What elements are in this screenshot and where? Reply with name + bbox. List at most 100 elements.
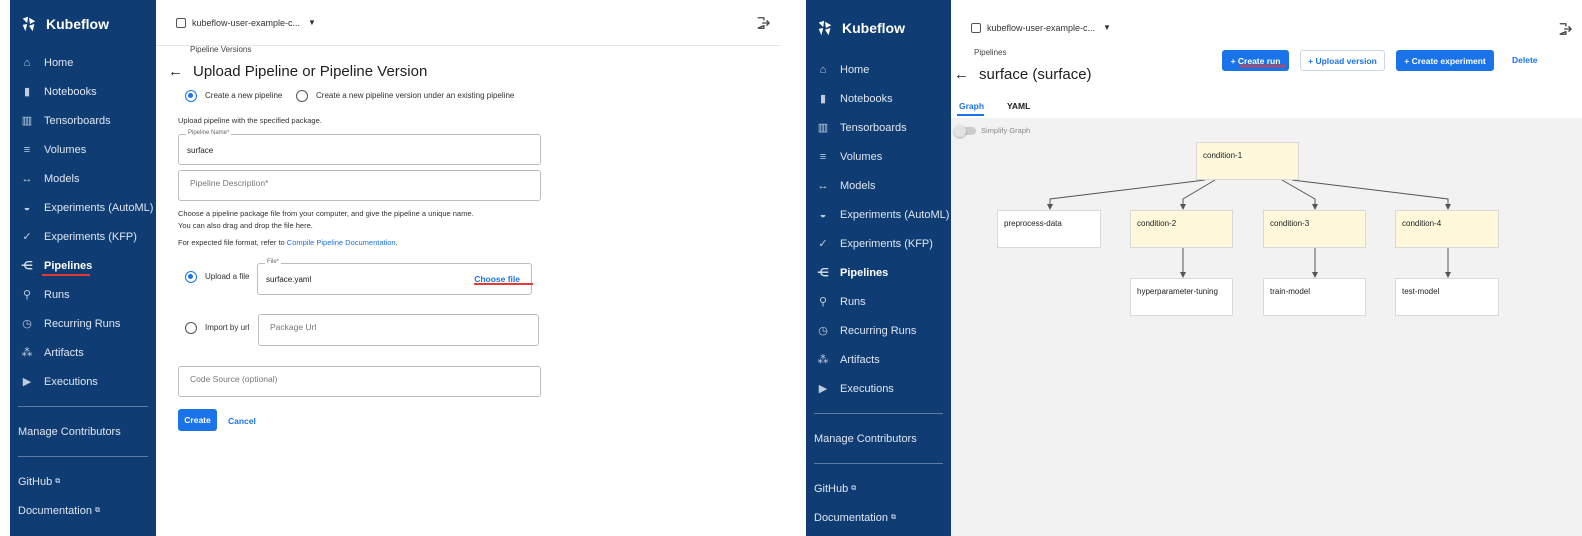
- page-title: surface (surface): [979, 66, 1092, 83]
- sidebar-item-recurring-runs[interactable]: ◷ Recurring Runs: [806, 316, 951, 345]
- node-test-model[interactable]: test-model: [1395, 278, 1499, 316]
- node-condition-2[interactable]: condition-2: [1130, 210, 1233, 248]
- radio-import-url[interactable]: Import by url: [185, 322, 249, 334]
- field-placeholder: Code Source (optional): [190, 374, 278, 384]
- sidebar-item-models[interactable]: ↔ Models: [806, 171, 951, 200]
- sidebar-item-notebooks[interactable]: ▮ Notebooks: [10, 77, 156, 106]
- sidebar-item-experiments-kfp[interactable]: ✓ Experiments (KFP): [806, 229, 951, 258]
- sidebar-item-label: Pipelines: [840, 266, 889, 279]
- radio-button-selected[interactable]: [185, 271, 197, 283]
- package-url-field[interactable]: Package Url: [258, 314, 539, 346]
- sidebar-item-label: Experiments (AutoML): [840, 208, 950, 221]
- pipeline-description-field[interactable]: Pipeline Description*: [178, 170, 541, 201]
- radio-create-new-pipeline[interactable]: Create a new pipeline: [185, 90, 282, 102]
- external-link-icon: ⧉: [851, 484, 857, 492]
- file-field[interactable]: File* surface.yaml Choose file: [257, 259, 532, 295]
- sidebar-item-runs[interactable]: ⚲ Runs: [806, 287, 951, 316]
- radio-button[interactable]: [185, 322, 197, 334]
- sidebar-item-notebooks[interactable]: ▮ Notebooks: [806, 84, 951, 113]
- radio-button[interactable]: [296, 90, 308, 102]
- create-experiment-button[interactable]: + Create experiment: [1396, 50, 1494, 71]
- namespace-label: kubeflow-user-example-c...: [192, 17, 301, 28]
- tab-yaml[interactable]: YAML: [1007, 101, 1030, 111]
- sidebar-item-label: Pipelines: [44, 259, 93, 272]
- upload-hint: Upload pipeline with the specified packa…: [178, 116, 322, 125]
- manage-contributors-link[interactable]: Manage Contributors: [806, 424, 951, 453]
- sidebar-item-volumes[interactable]: ≡ Volumes: [10, 135, 156, 164]
- manage-contributors-link[interactable]: Manage Contributors: [10, 417, 156, 446]
- node-condition-1[interactable]: condition-1: [1196, 142, 1299, 180]
- brand[interactable]: Kubeflow: [10, 0, 156, 48]
- annotation-underline: [1240, 65, 1286, 67]
- annotation-underline: [474, 283, 533, 285]
- github-label: GitHub: [814, 482, 849, 495]
- radio-upload-file[interactable]: Upload a file: [185, 271, 249, 283]
- documentation-link[interactable]: Documentation ⧉: [806, 503, 951, 532]
- sidebar-item-executions[interactable]: ▶ Executions: [10, 367, 156, 396]
- breadcrumb[interactable]: Pipeline Versions: [190, 45, 251, 54]
- node-condition-3[interactable]: condition-3: [1263, 210, 1366, 248]
- namespace-selector[interactable]: kubeflow-user-example-c... ▼: [971, 22, 1111, 33]
- cancel-button[interactable]: Cancel: [228, 416, 256, 426]
- pipeline-name-field[interactable]: Pipeline Name* surface: [178, 130, 541, 165]
- upload-version-button[interactable]: + Upload version: [1300, 50, 1385, 71]
- radio-button-selected[interactable]: [185, 90, 197, 102]
- sidebar-item-home[interactable]: ⌂ Home: [10, 48, 156, 77]
- github-label: GitHub: [18, 475, 53, 488]
- sidebar-item-executions[interactable]: ▶ Executions: [806, 374, 951, 403]
- documentation-link[interactable]: Documentation ⧉: [10, 496, 156, 525]
- delete-button[interactable]: Delete: [1512, 55, 1538, 65]
- code-source-field[interactable]: Code Source (optional): [178, 366, 541, 397]
- node-condition-4[interactable]: condition-4: [1395, 210, 1499, 248]
- sidebar-item-models[interactable]: ↔ Models: [10, 164, 156, 193]
- sidebar-item-label: Recurring Runs: [44, 317, 121, 330]
- back-arrow-icon[interactable]: ←: [168, 63, 183, 80]
- logout-icon[interactable]: [1558, 22, 1572, 36]
- pipeline-icon: ⋲: [817, 267, 829, 279]
- external-link-icon: ⧉: [55, 477, 61, 485]
- field-placeholder: Package Url: [270, 322, 317, 332]
- radio-create-new-version[interactable]: Create a new pipeline version under an e…: [296, 90, 514, 102]
- compile-docs-link[interactable]: Compile Pipeline Documentation: [287, 238, 396, 247]
- github-link[interactable]: GitHub ⧉: [10, 467, 156, 496]
- documentation-label: Documentation: [814, 511, 888, 524]
- create-run-button[interactable]: + Create run: [1222, 50, 1289, 71]
- sidebar-item-label: Experiments (KFP): [44, 230, 137, 243]
- sidebar-item-pipelines[interactable]: ⋲ Pipelines: [10, 251, 156, 280]
- sidebar-item-artifacts[interactable]: ⁂ Artifacts: [10, 338, 156, 367]
- sidebar-nav: ⌂ Home ▮ Notebooks ▥ Tensorboards ≡ Volumes ↔ Mod…: [806, 55, 951, 403]
- button-label: Upload version: [1315, 55, 1377, 66]
- breadcrumb[interactable]: Pipelines: [974, 48, 1006, 57]
- sidebar-item-tensorboards[interactable]: ▥ Tensorboards: [10, 106, 156, 135]
- sidebar-item-label: Runs: [44, 288, 70, 301]
- sidebar-item-runs[interactable]: ⚲ Runs: [10, 280, 156, 309]
- namespace-selector[interactable]: kubeflow-user-example-c... ▼: [176, 17, 316, 28]
- node-hyperparameter-tuning[interactable]: hyperparameter-tuning: [1130, 278, 1233, 316]
- sidebar-item-experiments-automl[interactable]: ◒ Experiments (AutoML): [806, 200, 951, 229]
- sidebar-item-artifacts[interactable]: ⁂ Artifacts: [806, 345, 951, 374]
- sidebar-item-volumes[interactable]: ≡ Volumes: [806, 142, 951, 171]
- home-icon: ⌂: [23, 56, 31, 69]
- create-button[interactable]: Create: [178, 409, 217, 431]
- sidebar-item-pipelines[interactable]: ⋲ Pipelines: [806, 258, 951, 287]
- field-value: surface: [187, 146, 214, 155]
- sidebar-item-experiments-kfp[interactable]: ✓ Experiments (KFP): [10, 222, 156, 251]
- chevron-down-icon: ▼: [1103, 23, 1111, 32]
- sidebar-item-home[interactable]: ⌂ Home: [806, 55, 951, 84]
- brand[interactable]: Kubeflow: [806, 0, 951, 55]
- notebook-icon: ▮: [23, 86, 31, 98]
- sidebar-item-tensorboards[interactable]: ▥ Tensorboards: [806, 113, 951, 142]
- sidebar-item-experiments-automl[interactable]: ◒ Experiments (AutoML): [10, 193, 156, 222]
- tab-graph[interactable]: Graph: [959, 101, 984, 111]
- sidebar-item-recurring-runs[interactable]: ◷ Recurring Runs: [10, 309, 156, 338]
- alarm-icon: ◷: [818, 325, 828, 337]
- github-link[interactable]: GitHub ⧉: [806, 474, 951, 503]
- node-preprocess-data[interactable]: preprocess-data: [997, 210, 1101, 248]
- pipeline-icon: ⋲: [21, 260, 33, 272]
- back-arrow-icon[interactable]: ←: [954, 66, 969, 83]
- help-text-prefix: For expected file format, refer to: [178, 238, 287, 247]
- logout-icon[interactable]: [756, 16, 770, 30]
- runner-icon: ⚲: [22, 289, 32, 301]
- node-train-model[interactable]: train-model: [1263, 278, 1366, 316]
- sidebar-item-label: Volumes: [44, 143, 87, 156]
